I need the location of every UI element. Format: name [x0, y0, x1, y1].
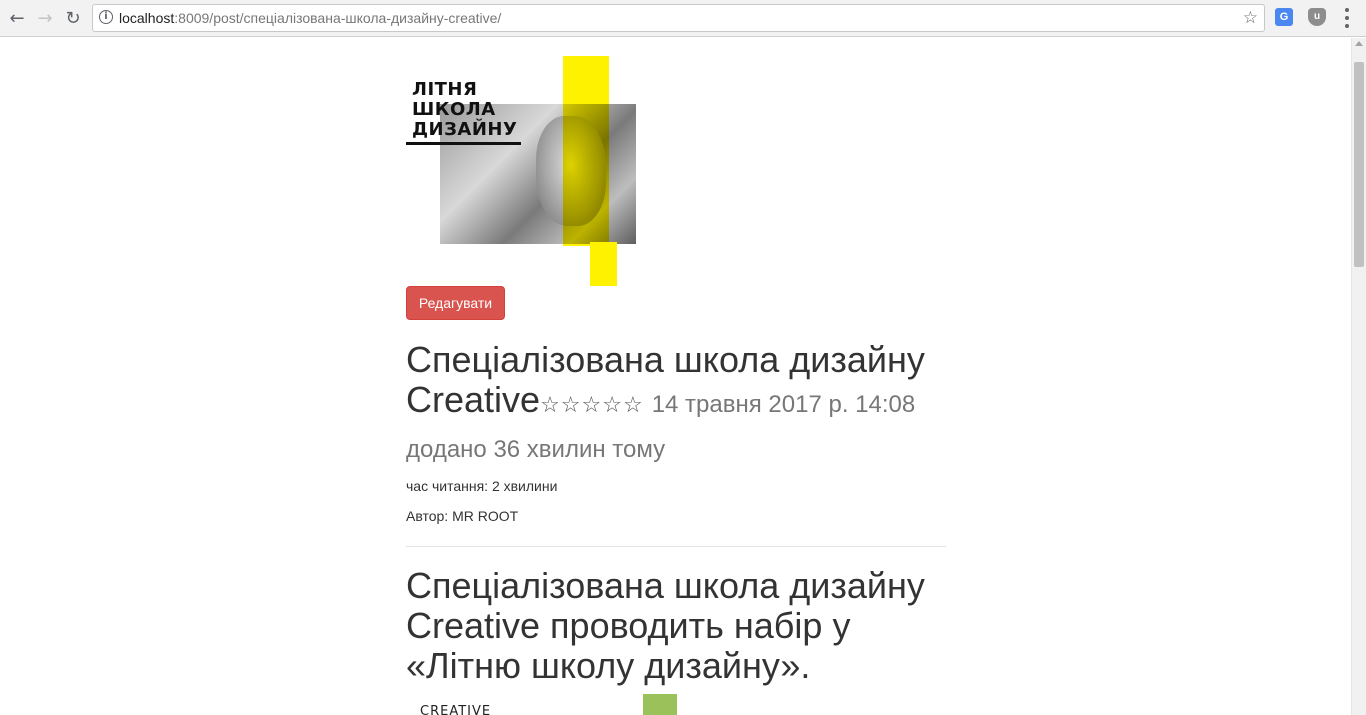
- url-text[interactable]: localhost:8009/post/спеціалізована-школа…: [119, 10, 501, 26]
- hero-yellow-bar: [563, 56, 609, 246]
- logo-underline: [406, 142, 521, 145]
- post-title: Спеціалізована школа дизайну Creative☆☆☆…: [406, 340, 946, 426]
- translate-extension-icon[interactable]: G: [1275, 8, 1293, 26]
- url-host: localhost: [119, 10, 175, 26]
- reload-icon[interactable]: ↻: [62, 7, 84, 29]
- edit-button[interactable]: Редагувати: [406, 286, 505, 320]
- divider: [406, 546, 946, 547]
- menu-icon[interactable]: [1344, 8, 1350, 28]
- url-path: :8009/post/спеціалізована-школа-дизайну-…: [174, 10, 502, 26]
- page-scrollbar[interactable]: [1351, 38, 1366, 715]
- back-icon[interactable]: ←: [6, 7, 28, 29]
- hero-image: ЛІТНЯ ШКОЛА ДИЗАЙНУ: [406, 56, 646, 286]
- browser-toolbar: ← → ↻ i localhost:8009/post/спеціалізова…: [0, 0, 1366, 37]
- bookmark-star-icon[interactable]: ☆: [1243, 8, 1258, 28]
- post-added-time: додано 36 хвилин тому: [406, 436, 666, 463]
- ublock-extension-icon[interactable]: u: [1308, 8, 1326, 26]
- article-image-text: CREATIVE: [420, 704, 492, 715]
- article-image-green-block: [643, 694, 677, 715]
- logo-line-3: ДИЗАЙНУ: [412, 119, 518, 140]
- article-image: CREATIVE: [406, 694, 706, 715]
- hero-yellow-bar-bottom: [590, 242, 617, 286]
- reading-time: час читання: 2 хвилини: [406, 478, 558, 494]
- scroll-up-icon[interactable]: [1355, 41, 1363, 46]
- address-bar[interactable]: i localhost:8009/post/спеціалізована-шко…: [92, 4, 1265, 32]
- post-author: Автор: MR ROOT: [406, 508, 519, 524]
- rating-stars[interactable]: ☆☆☆☆☆: [540, 393, 644, 418]
- logo-line-1: ЛІТНЯ: [412, 79, 478, 100]
- logo-line-2: ШКОЛА: [412, 99, 496, 120]
- post-date: 14 травня 2017 р. 14:08: [651, 391, 916, 418]
- scrollbar-thumb[interactable]: [1354, 62, 1364, 267]
- hero-logo-text: ЛІТНЯ ШКОЛА ДИЗАЙНУ: [412, 80, 517, 140]
- forward-icon[interactable]: →: [34, 7, 56, 29]
- info-icon[interactable]: i: [99, 10, 113, 24]
- post-heading: Спеціалізована школа дизайну Creative пр…: [406, 565, 925, 686]
